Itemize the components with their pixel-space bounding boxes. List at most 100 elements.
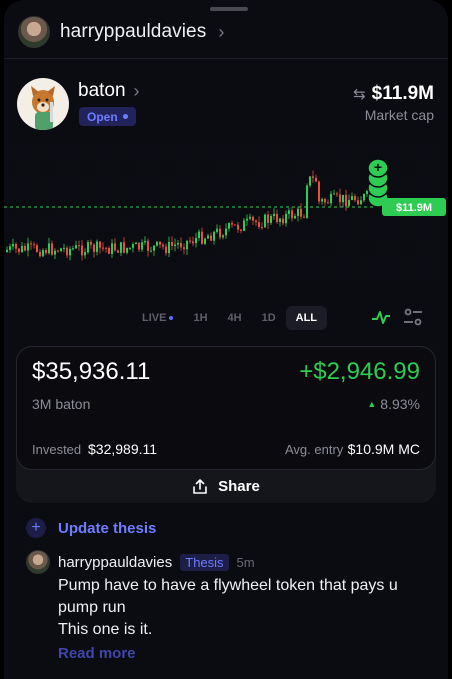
candle: [93, 244, 95, 252]
candle: [225, 228, 227, 236]
line-chart-icon[interactable]: [370, 307, 392, 327]
candle: [279, 218, 281, 223]
candle: [24, 246, 26, 251]
position-value: $35,936.11: [32, 358, 151, 385]
candle: [123, 242, 125, 253]
candle: [9, 246, 11, 250]
avatar: [18, 16, 50, 48]
candle: [45, 250, 47, 254]
market-cap-label: Market cap: [364, 107, 434, 123]
candle: [75, 245, 77, 249]
candle: [180, 243, 182, 248]
comment-author[interactable]: harryppauldavies: [58, 554, 172, 571]
candle: [342, 194, 344, 203]
candle: [6, 249, 8, 252]
status-label: Open: [87, 109, 118, 124]
candle: [138, 242, 140, 250]
range-live-label: LIVE: [142, 312, 167, 324]
candle: [255, 220, 257, 223]
candle: [135, 242, 137, 245]
candle: [120, 242, 122, 253]
token-name[interactable]: baton ›: [78, 80, 140, 102]
candle: [318, 181, 320, 202]
candle: [63, 247, 65, 249]
candle: [240, 229, 242, 231]
candle: [81, 245, 83, 256]
candle: [324, 199, 326, 203]
update-thesis-button[interactable]: + Update thesis: [26, 518, 156, 538]
candle: [72, 248, 74, 250]
candle: [288, 210, 290, 214]
pnl-percent-value: 8.93%: [380, 396, 420, 412]
comment-time: 5m: [236, 554, 255, 570]
candle: [102, 247, 104, 249]
divider: [4, 58, 448, 59]
avg-entry-label: Avg. entry: [285, 442, 344, 457]
candle: [177, 243, 179, 245]
share-button[interactable]: Share: [16, 470, 436, 503]
candle: [333, 193, 335, 195]
range-4h[interactable]: 4H: [218, 312, 252, 324]
comment-line-1: Pump have to have a flywheel token that …: [58, 577, 398, 616]
candle: [99, 241, 101, 248]
candle: [171, 241, 173, 246]
chevron-right-icon: ›: [133, 80, 140, 101]
comment-header: harryppauldavies Thesis 5m: [26, 550, 255, 574]
candle: [189, 240, 191, 242]
range-all[interactable]: ALL: [285, 306, 328, 330]
range-live[interactable]: LIVE: [132, 312, 183, 324]
chart-settings-icon[interactable]: [402, 307, 424, 327]
position-pnl-percent: ▲ 8.93%: [367, 396, 420, 412]
candle: [354, 196, 356, 201]
candle: [39, 251, 41, 257]
candle: [87, 241, 89, 253]
candle: [222, 235, 224, 238]
thesis-tag: Thesis: [180, 553, 229, 571]
share-label: Share: [218, 478, 260, 495]
market-cap-value: $11.9M: [371, 83, 434, 104]
plus-icon: +: [26, 518, 46, 538]
candle: [204, 238, 206, 244]
candle: [54, 250, 56, 255]
candle: [186, 240, 188, 250]
candle: [132, 244, 134, 248]
read-more-link[interactable]: Read more: [58, 645, 136, 662]
swap-icon: ⇆: [353, 86, 366, 103]
range-1h[interactable]: 1H: [183, 312, 217, 324]
candle: [114, 243, 116, 251]
update-thesis-label: Update thesis: [58, 519, 157, 537]
candle: [147, 240, 149, 251]
candle: [345, 194, 347, 207]
candle: [234, 224, 236, 226]
candle: [174, 244, 176, 246]
candle: [126, 247, 128, 253]
candle: [312, 176, 314, 178]
candle: [294, 215, 296, 219]
candle: [339, 194, 341, 203]
candle: [108, 247, 110, 254]
candle: [282, 218, 284, 224]
candle: [213, 231, 215, 241]
candle: [357, 200, 359, 205]
candle: [60, 248, 62, 252]
candle: [207, 235, 209, 239]
token-name-label: baton: [78, 80, 126, 101]
creator-row[interactable]: harryppauldavies ›: [18, 16, 224, 48]
candle: [309, 176, 311, 186]
drag-handle[interactable]: [210, 7, 248, 11]
candle: [78, 245, 80, 247]
candle: [69, 248, 71, 256]
candle: [297, 208, 299, 216]
market-cap[interactable]: ⇆ $11.9M: [353, 83, 434, 105]
candle: [360, 200, 362, 205]
candle: [105, 247, 107, 249]
candle: [336, 193, 338, 195]
avg-entry-value: $10.9M MC: [347, 441, 420, 457]
candle: [315, 177, 317, 182]
candle: [303, 216, 305, 218]
candle: [198, 231, 200, 239]
candle: [90, 241, 92, 245]
price-chart[interactable]: + $11.9M: [4, 140, 448, 280]
range-1d[interactable]: 1D: [252, 312, 286, 324]
candle: [300, 208, 302, 217]
